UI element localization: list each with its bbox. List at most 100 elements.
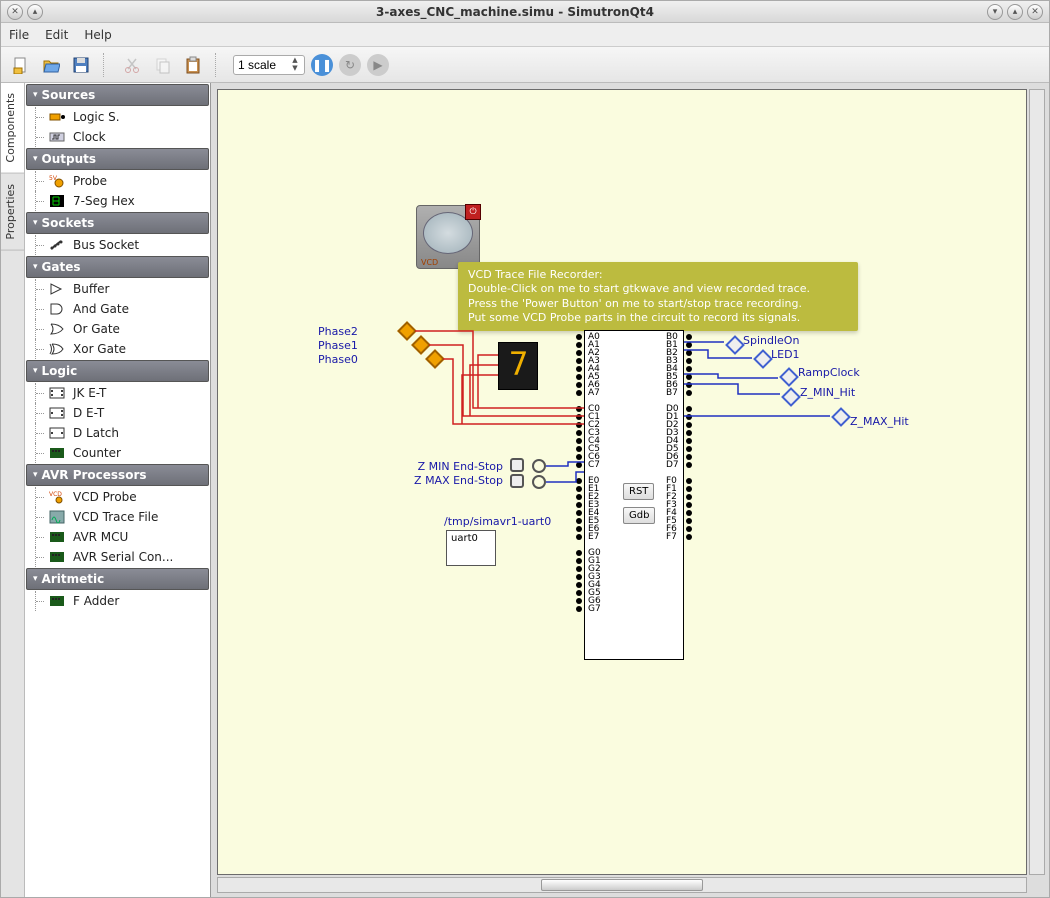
mcu-pin[interactable]: [576, 534, 582, 540]
mcu-pin[interactable]: [576, 350, 582, 356]
mcu-pin[interactable]: [686, 374, 692, 380]
mcu-pin[interactable]: [576, 422, 582, 428]
mcu-pin[interactable]: [686, 414, 692, 420]
mcu-pin[interactable]: [576, 486, 582, 492]
mcu-pin[interactable]: [576, 366, 582, 372]
category-header[interactable]: ▾Aritmetic: [26, 568, 209, 590]
component-item[interactable]: D E-T: [25, 403, 210, 423]
component-item[interactable]: 7-Seg Hex: [25, 191, 210, 211]
led-icon[interactable]: [510, 474, 524, 488]
mcu-pin[interactable]: [576, 550, 582, 556]
mcu-pin[interactable]: [576, 606, 582, 612]
play-button[interactable]: ▶: [367, 54, 389, 76]
component-item[interactable]: JK E-T: [25, 383, 210, 403]
mcu-pin[interactable]: [576, 598, 582, 604]
probe-icon[interactable]: [831, 407, 851, 427]
mcu-pin[interactable]: [576, 414, 582, 420]
mcu-pin[interactable]: [576, 334, 582, 340]
menu-edit[interactable]: Edit: [45, 28, 68, 42]
mcu-pin[interactable]: [686, 502, 692, 508]
mcu-pin[interactable]: [576, 454, 582, 460]
mcu-pin[interactable]: [576, 518, 582, 524]
mcu-pin[interactable]: [686, 478, 692, 484]
mcu-pin[interactable]: [576, 574, 582, 580]
probe-icon[interactable]: [397, 321, 417, 341]
mcu-reset-button[interactable]: RST: [623, 483, 654, 500]
component-item[interactable]: Bus Socket: [25, 235, 210, 255]
component-item[interactable]: D Latch: [25, 423, 210, 443]
maximize-button[interactable]: ▴: [1007, 4, 1023, 20]
menu-help[interactable]: Help: [84, 28, 111, 42]
probe-icon[interactable]: [411, 335, 431, 355]
component-item[interactable]: And Gate: [25, 299, 210, 319]
mcu-pin[interactable]: [576, 374, 582, 380]
scrollbar-thumb[interactable]: [541, 879, 703, 891]
probe-icon[interactable]: [779, 367, 799, 387]
probe-icon[interactable]: [781, 387, 801, 407]
mcu-pin[interactable]: [576, 502, 582, 508]
mcu-pin[interactable]: [576, 406, 582, 412]
mcu-pin[interactable]: [576, 430, 582, 436]
mcu-pin[interactable]: [686, 534, 692, 540]
spin-down-icon[interactable]: ▼: [290, 65, 300, 73]
mcu-pin[interactable]: [686, 366, 692, 372]
component-item[interactable]: Xor Gate: [25, 339, 210, 359]
mcu-pin[interactable]: [686, 334, 692, 340]
pause-button[interactable]: ❚❚: [311, 54, 333, 76]
component-item[interactable]: Counter: [25, 443, 210, 463]
component-item[interactable]: Buffer: [25, 279, 210, 299]
copy-icon[interactable]: [151, 53, 175, 77]
circuit-canvas[interactable]: ⏻ VCD VCD Trace File Recorder: Double-Cl…: [217, 89, 1027, 875]
probe-icon[interactable]: [425, 349, 445, 369]
mcu-pin[interactable]: [576, 446, 582, 452]
mcu-pin[interactable]: [576, 526, 582, 532]
mcu-pin[interactable]: [686, 486, 692, 492]
mcu-pin[interactable]: [576, 558, 582, 564]
mcu-pin[interactable]: [686, 406, 692, 412]
category-header[interactable]: ▾Sources: [26, 84, 209, 106]
restart-button[interactable]: ↻: [339, 54, 361, 76]
component-item[interactable]: VCDVCD Probe: [25, 487, 210, 507]
mcu-pin[interactable]: [686, 518, 692, 524]
component-item[interactable]: Clock: [25, 127, 210, 147]
mcu-pin[interactable]: [686, 382, 692, 388]
mcu-pin[interactable]: [576, 390, 582, 396]
mcu-pin[interactable]: [576, 462, 582, 468]
vcd-power-button[interactable]: ⏻: [465, 204, 481, 220]
cut-icon[interactable]: [121, 53, 145, 77]
new-file-icon[interactable]: [9, 53, 33, 77]
mcu-pin[interactable]: [686, 462, 692, 468]
component-item[interactable]: AVR MCU: [25, 527, 210, 547]
minimize-button[interactable]: ▾: [987, 4, 1003, 20]
mcu-pin[interactable]: [686, 358, 692, 364]
mcu-pin[interactable]: [576, 478, 582, 484]
mcu-pin[interactable]: [686, 342, 692, 348]
led-icon[interactable]: [510, 458, 524, 472]
category-header[interactable]: ▾Sockets: [26, 212, 209, 234]
component-item[interactable]: AVR Serial Con...: [25, 547, 210, 567]
tab-properties[interactable]: Properties: [1, 174, 24, 251]
probe-icon[interactable]: [725, 335, 745, 355]
open-file-icon[interactable]: [39, 53, 63, 77]
mcu-gdb-button[interactable]: Gdb: [623, 507, 655, 524]
save-file-icon[interactable]: [69, 53, 93, 77]
category-header[interactable]: ▾AVR Processors: [26, 464, 209, 486]
category-header[interactable]: ▾Gates: [26, 256, 209, 278]
mcu-pin[interactable]: [576, 494, 582, 500]
mcu-pin[interactable]: [686, 510, 692, 516]
mcu-pin[interactable]: [576, 438, 582, 444]
mcu-pin[interactable]: [686, 438, 692, 444]
vertical-scrollbar[interactable]: [1029, 89, 1045, 875]
menu-file[interactable]: File: [9, 28, 29, 42]
category-header[interactable]: ▾Outputs: [26, 148, 209, 170]
uart-terminal[interactable]: uart0: [446, 530, 496, 566]
paste-icon[interactable]: [181, 53, 205, 77]
component-item[interactable]: F Adder: [25, 591, 210, 611]
mcu-pin[interactable]: [686, 454, 692, 460]
mcu-pin[interactable]: [686, 422, 692, 428]
scale-spinner[interactable]: ▲▼: [233, 55, 305, 75]
scale-input[interactable]: [238, 58, 288, 72]
mcu-pin[interactable]: [576, 582, 582, 588]
vcd-trace-recorder[interactable]: ⏻ VCD: [416, 205, 480, 269]
mcu-pin[interactable]: [686, 494, 692, 500]
